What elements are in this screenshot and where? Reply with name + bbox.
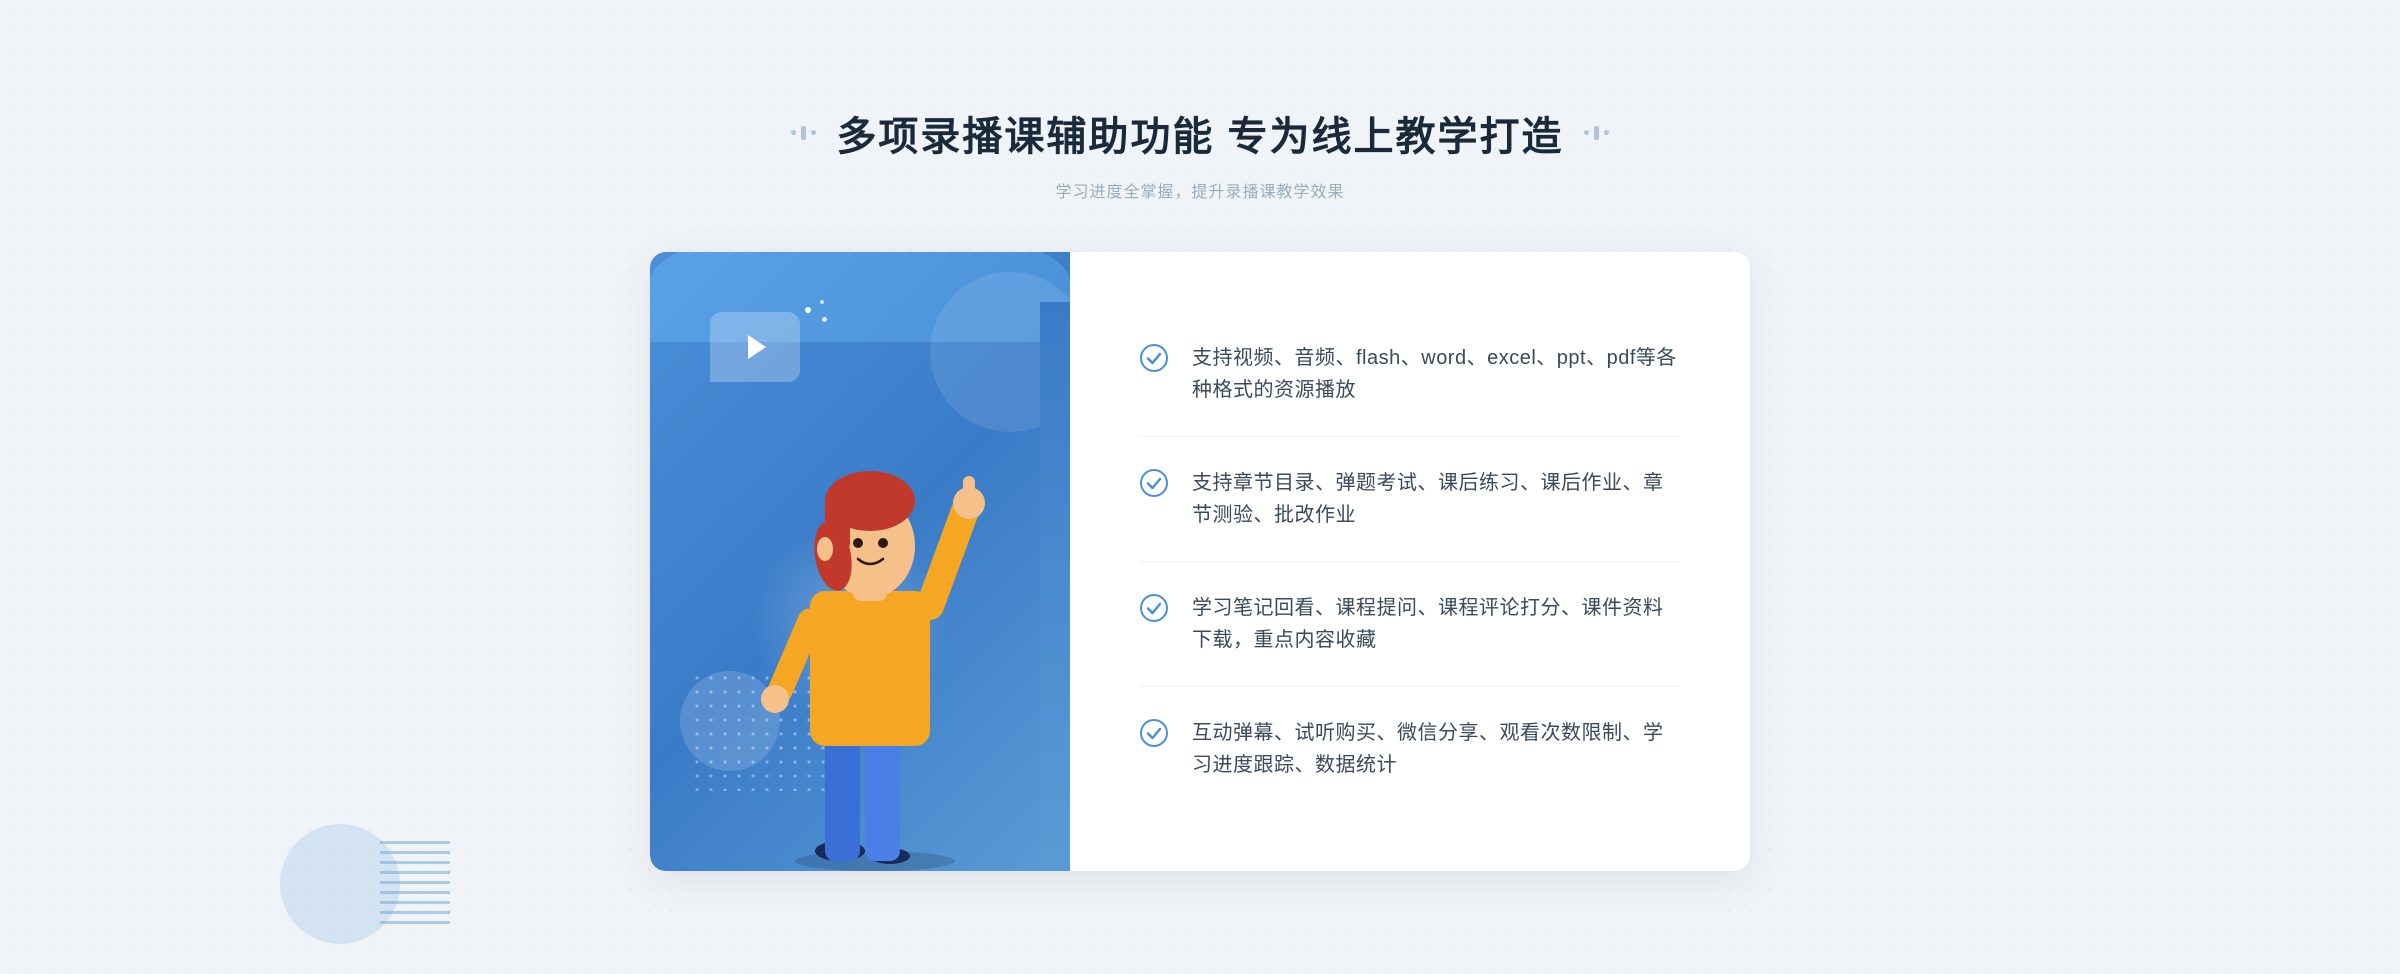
play-icon <box>748 335 766 359</box>
header-title-row: 多项录播课辅助功能 专为线上教学打造 <box>791 104 1608 162</box>
feature-text-4: 互动弹幕、试听购买、微信分享、观看次数限制、学习进度跟踪、数据统计 <box>1192 717 1680 781</box>
blue-bar-accent <box>1040 302 1070 871</box>
feature-item-2: 支持章节目录、弹题考试、课后练习、课后作业、章节测验、批改作业 <box>1140 437 1680 562</box>
feature-text-2: 支持章节目录、弹题考试、课后练习、课后作业、章节测验、批改作业 <box>1192 467 1680 531</box>
feature-text-3: 学习笔记回看、课程提问、课程评论打分、课件资料下载，重点内容收藏 <box>1192 592 1680 656</box>
illustration-panel <box>650 252 1070 871</box>
page-title: 多项录播课辅助功能 专为线上教学打造 <box>836 104 1563 162</box>
title-decoration-right <box>1584 126 1609 140</box>
feature-item-4: 互动弹幕、试听购买、微信分享、观看次数限制、学习进度跟踪、数据统计 <box>1140 687 1680 811</box>
page-wrapper: » 多项录播课辅助功能 专为线上教学打造 学习进度全掌握，提升录播课教学效果 <box>0 0 2400 974</box>
feature-text-1: 支持视频、音频、flash、word、excel、ppt、pdf等各种格式的资源… <box>1192 342 1680 406</box>
feature-item-1: 支持视频、音频、flash、word、excel、ppt、pdf等各种格式的资源… <box>1140 312 1680 437</box>
header-section: 多项录播课辅助功能 专为线上教学打造 学习进度全掌握，提升录播课教学效果 <box>791 104 1608 202</box>
sparkle-2 <box>820 300 824 304</box>
main-card: 支持视频、音频、flash、word、excel、ppt、pdf等各种格式的资源… <box>650 252 1750 871</box>
title-decoration-left <box>791 126 816 140</box>
feature-item-3: 学习笔记回看、课程提问、课程评论打分、课件资料下载，重点内容收藏 <box>1140 562 1680 687</box>
check-icon-2 <box>1140 469 1168 497</box>
check-icon-4 <box>1140 719 1168 747</box>
page-subtitle: 学习进度全掌握，提升录播课教学效果 <box>791 178 1608 202</box>
check-icon-1 <box>1140 344 1168 372</box>
sparkle-1 <box>805 307 811 313</box>
video-play-bubble <box>710 312 800 382</box>
stripe-decoration <box>380 834 450 924</box>
check-icon-3 <box>1140 594 1168 622</box>
sparkle-3 <box>822 317 827 322</box>
features-panel: 支持视频、音频、flash、word、excel、ppt、pdf等各种格式的资源… <box>1070 252 1750 871</box>
content-area: 多项录播课辅助功能 专为线上教学打造 学习进度全掌握，提升录播课教学效果 <box>600 104 1800 871</box>
person-illustration <box>725 381 1025 871</box>
